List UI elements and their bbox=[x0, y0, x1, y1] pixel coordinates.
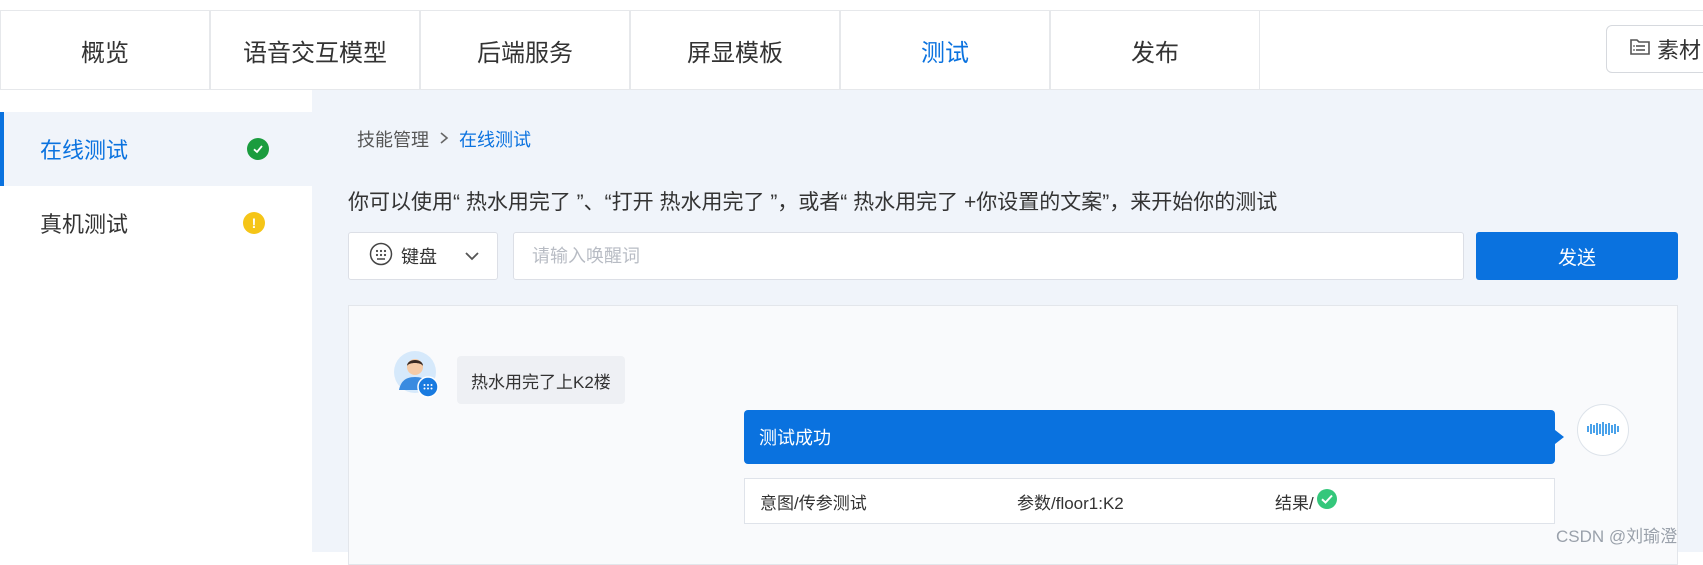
keyboard-icon bbox=[417, 376, 439, 403]
breadcrumb: 技能管理 在线测试 bbox=[357, 126, 531, 152]
tab-label: 发布 bbox=[1131, 39, 1179, 67]
tab-publish[interactable]: 发布 bbox=[1050, 11, 1260, 89]
check-circle-icon bbox=[247, 138, 269, 160]
chevron-right-icon bbox=[439, 129, 449, 150]
user-message-bubble: 热水用完了上K2楼 bbox=[457, 356, 625, 404]
chat-panel: 热水用完了上K2楼 测试成功 意图/传参测试 参数/floor1:K2 结果/ bbox=[348, 305, 1678, 565]
tab-voice-model[interactable]: 语音交互模型 bbox=[210, 11, 420, 89]
result-intent: 意图/传参测试 bbox=[760, 493, 867, 513]
input-mode-label: 键盘 bbox=[401, 247, 437, 267]
check-circle-icon bbox=[1316, 488, 1338, 515]
tab-overview[interactable]: 概览 bbox=[0, 11, 210, 89]
main-content: 技能管理 在线测试 你可以使用“ 热水用完了 ”、“打开 热水用完了 ”，或者“… bbox=[312, 90, 1703, 565]
test-result-row: 意图/传参测试 参数/floor1:K2 结果/ bbox=[744, 478, 1555, 524]
breadcrumb-current: 在线测试 bbox=[459, 130, 531, 150]
asset-button[interactable]: 素材 bbox=[1606, 25, 1703, 73]
asset-button-label: 素材 bbox=[1657, 38, 1702, 63]
folder-list-icon bbox=[1629, 35, 1651, 63]
tab-label: 测试 bbox=[921, 39, 969, 67]
bot-message-bubble: 测试成功 bbox=[744, 410, 1564, 464]
send-button[interactable]: 发送 bbox=[1476, 232, 1678, 280]
tab-label: 屏显模板 bbox=[687, 39, 783, 67]
input-mode-select[interactable]: 键盘 bbox=[348, 232, 498, 280]
tab-backend-service[interactable]: 后端服务 bbox=[420, 11, 630, 89]
top-navigation: 概览 语音交互模型 后端服务 屏显模板 测试 发布 素材 bbox=[0, 10, 1703, 90]
test-hint-text: 你可以使用“ 热水用完了 ”、“打开 热水用完了 ”，或者“ 热水用完了 +你设… bbox=[348, 191, 1278, 214]
keyboard-icon bbox=[369, 242, 393, 271]
watermark: CSDN @刘瑜澄 bbox=[1556, 527, 1678, 546]
result-params: 参数/floor1:K2 bbox=[1017, 493, 1124, 513]
bot-avatar bbox=[1577, 404, 1629, 456]
tab-screen-template[interactable]: 屏显模板 bbox=[630, 11, 840, 89]
sidebar-item-device-test[interactable]: 真机测试 ! bbox=[0, 186, 312, 260]
voice-wave-icon bbox=[1586, 418, 1620, 443]
breadcrumb-parent[interactable]: 技能管理 bbox=[357, 126, 429, 152]
exclamation-circle-icon: ! bbox=[243, 212, 265, 234]
result-status: 结果/ bbox=[1275, 479, 1338, 523]
user-avatar bbox=[393, 350, 439, 398]
sidebar-item-label: 在线测试 bbox=[40, 138, 129, 163]
tab-label: 后端服务 bbox=[477, 39, 573, 67]
sidebar-item-online-test[interactable]: 在线测试 bbox=[0, 112, 312, 186]
result-label: 结果/ bbox=[1275, 493, 1314, 513]
wake-word-input[interactable] bbox=[513, 232, 1464, 280]
tab-test[interactable]: 测试 bbox=[840, 11, 1050, 89]
sidebar: 在线测试 真机测试 ! bbox=[0, 90, 312, 552]
chevron-down-icon bbox=[463, 245, 481, 272]
tab-label: 概览 bbox=[81, 39, 129, 67]
sidebar-item-label: 真机测试 bbox=[40, 212, 129, 237]
tab-label: 语音交互模型 bbox=[243, 39, 387, 67]
